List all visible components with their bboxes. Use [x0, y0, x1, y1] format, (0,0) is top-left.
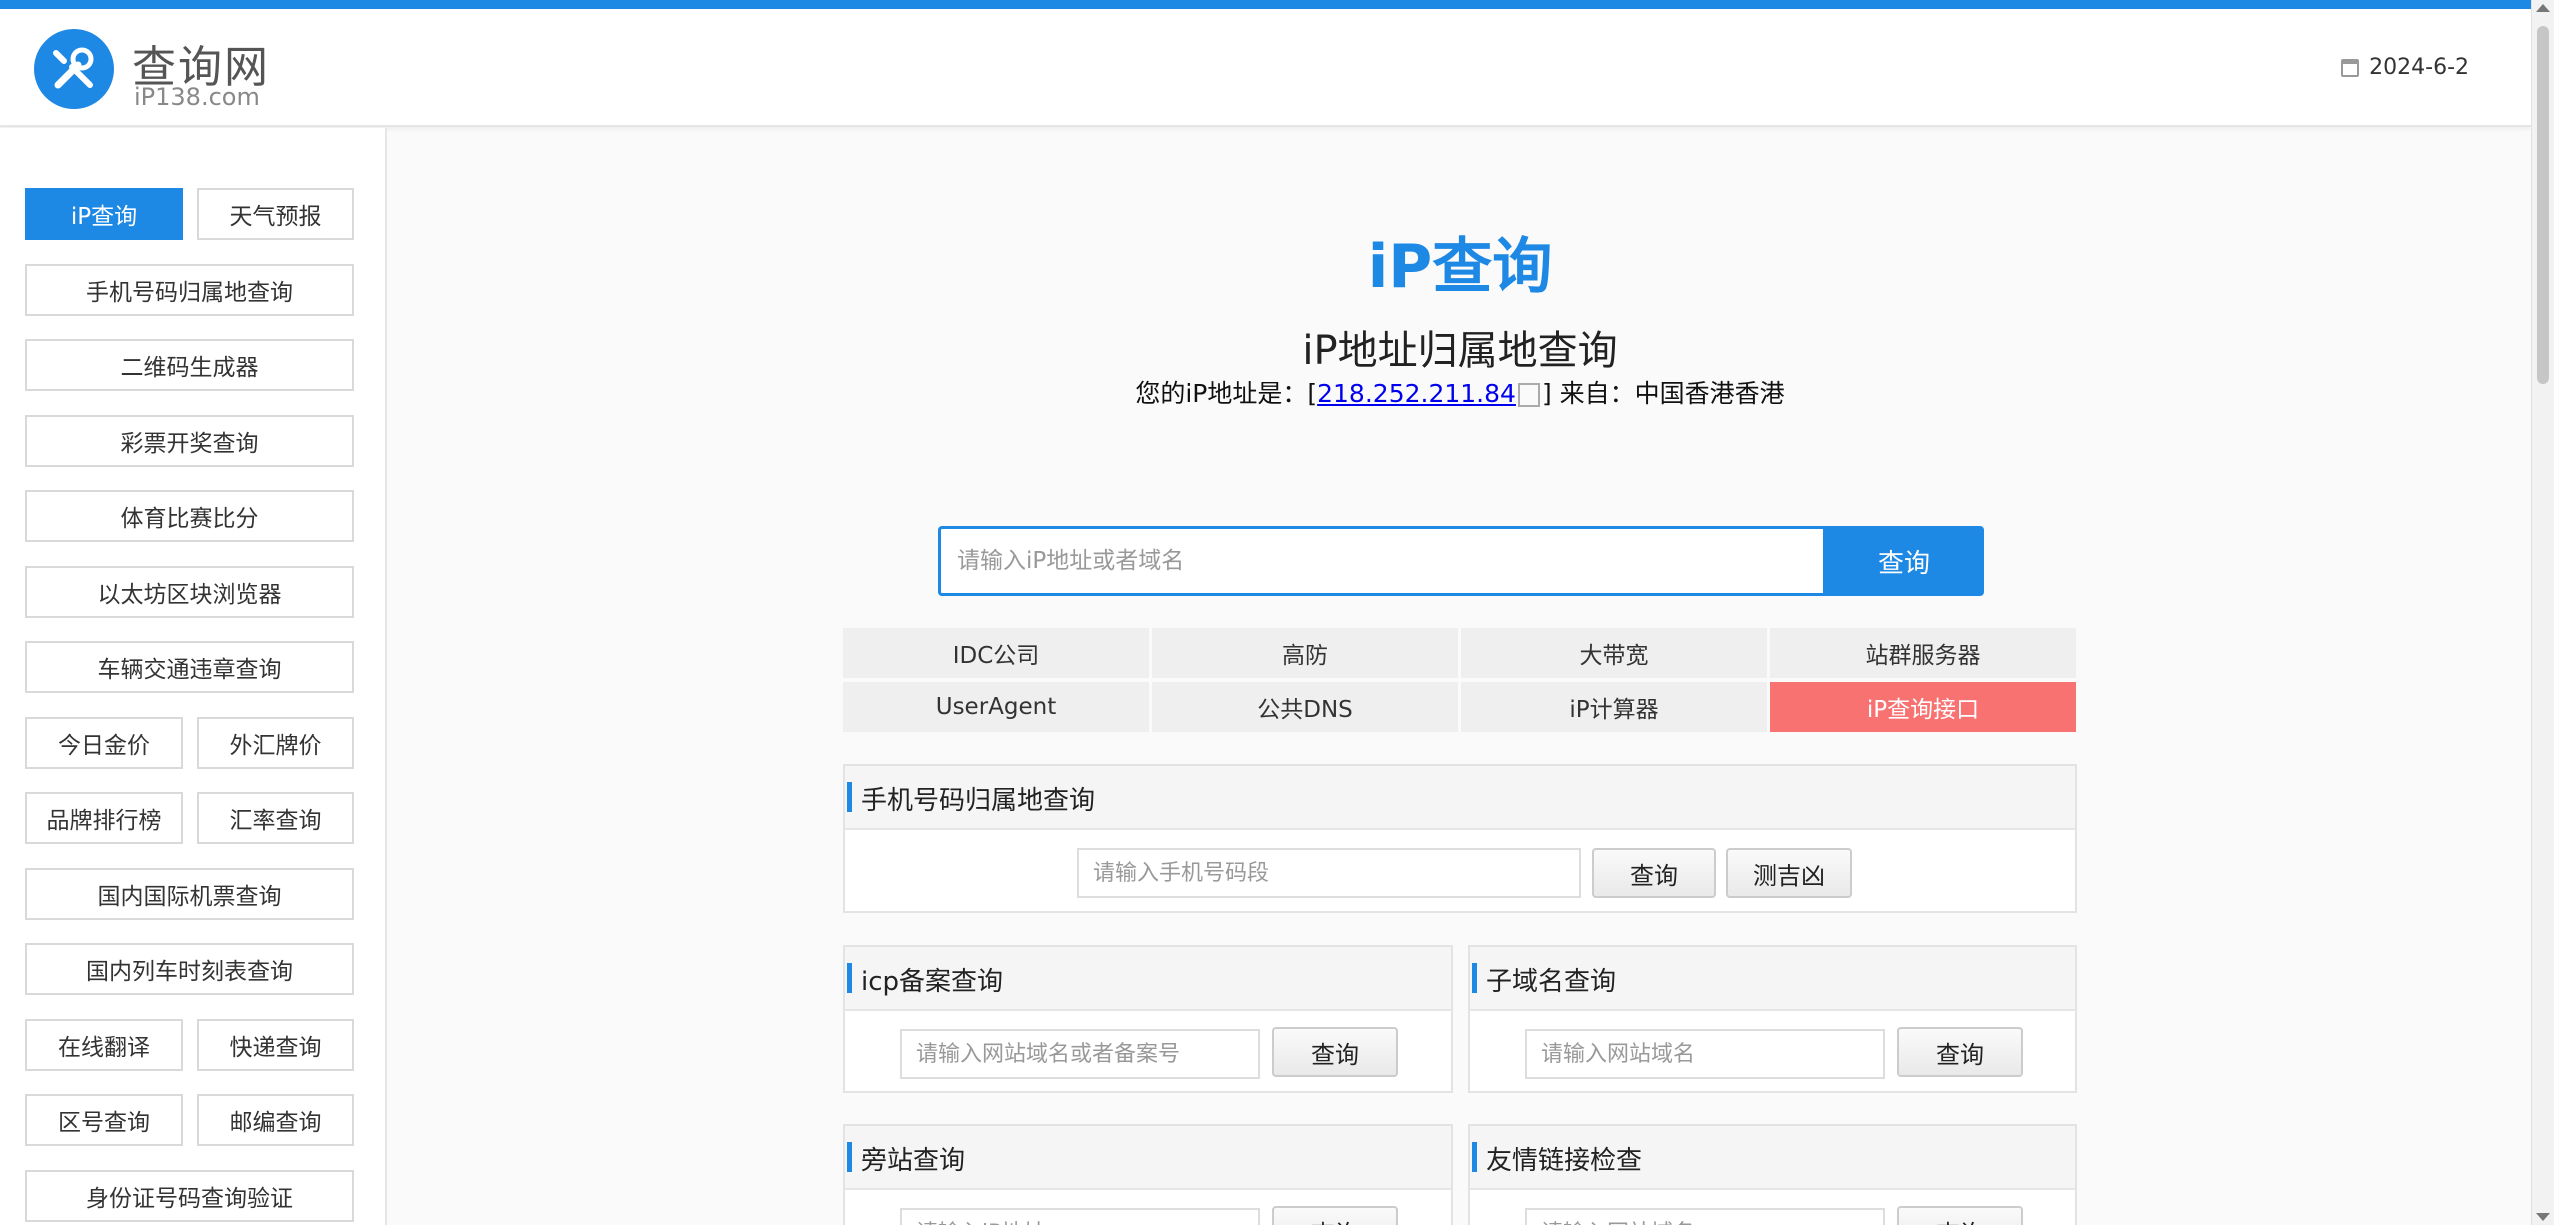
sidebar-item-traffic-violation[interactable]: 车辆交通违章查询 — [25, 641, 354, 693]
sidebar-nav: iP查询 天气预报 手机号码归属地查询 二维码生成器 彩票开奖查询 体育比赛比分… — [0, 128, 387, 1225]
page-scrollbar[interactable] — [2531, 0, 2554, 1225]
sidebar-item-gold-price[interactable]: 今日金价 — [25, 717, 183, 769]
panel-title: 友情链接检查 — [1486, 1146, 1643, 1176]
logo-tools-icon[interactable] — [34, 29, 114, 109]
sidesite-input[interactable] — [900, 1208, 1260, 1225]
ip-search-input[interactable] — [938, 526, 1826, 596]
sidebar-item-ethereum[interactable]: 以太坊区块浏览器 — [25, 566, 354, 618]
subdomain-input[interactable] — [1525, 1029, 1885, 1079]
panel-accent-bar — [847, 1142, 852, 1172]
top-accent-bar — [0, 0, 2531, 9]
icp-lookup-panel: icp备案查询 查询 — [843, 945, 1453, 1093]
sidebar-item-ip-query[interactable]: iP查询 — [25, 188, 183, 240]
panel-header: 友情链接检查 — [1470, 1126, 2075, 1190]
friendlink-query-button[interactable]: 查询 — [1897, 1206, 2023, 1225]
sidebar-item-id-card[interactable]: 身份证号码查询验证 — [25, 1170, 354, 1222]
sidebar-item-lottery[interactable]: 彩票开奖查询 — [25, 415, 354, 467]
date-text: 2024-6-2 — [2369, 55, 2469, 80]
ip-prefix-text: 您的iP地址是：[ — [1135, 379, 1318, 408]
ip-location-text: ] 来自：中国香港香港 — [1541, 379, 1785, 408]
sidebar-item-exchange-rate[interactable]: 汇率查询 — [197, 792, 354, 844]
sidebar-item-qrcode[interactable]: 二维码生成器 — [25, 339, 354, 391]
sidebar-item-sports-scores[interactable]: 体育比赛比分 — [25, 490, 354, 542]
subdomain-query-button[interactable]: 查询 — [1897, 1027, 2023, 1077]
scroll-up-arrow-icon[interactable] — [2536, 4, 2550, 12]
calendar-icon — [2341, 58, 2360, 77]
sidebar-item-forex[interactable]: 外汇牌价 — [197, 717, 354, 769]
sidesite-query-button[interactable]: 查询 — [1272, 1206, 1398, 1225]
quick-link-site-servers[interactable]: 站群服务器 — [1770, 628, 2076, 678]
quick-links-grid: IDC公司 高防 大带宽 站群服务器 UserAgent 公共DNS iP计算器… — [843, 628, 2077, 732]
panel-title: 旁站查询 — [861, 1146, 966, 1176]
logo-subtitle[interactable]: iP138.com — [134, 83, 260, 111]
panel-header: 旁站查询 — [845, 1126, 1451, 1190]
ip-address-link[interactable]: 218.252.211.84 — [1317, 379, 1516, 408]
sidebar-item-express[interactable]: 快递查询 — [197, 1019, 354, 1071]
ip-search-form: 查询 — [938, 526, 1984, 596]
sidebar-item-weather[interactable]: 天气预报 — [197, 188, 354, 240]
panel-title: 手机号码归属地查询 — [861, 786, 1096, 816]
quick-link-ip-api[interactable]: iP查询接口 — [1770, 682, 2076, 732]
sidebar-item-flights[interactable]: 国内国际机票查询 — [25, 868, 354, 920]
panel-title: 子域名查询 — [1486, 967, 1617, 997]
icp-input[interactable] — [900, 1029, 1260, 1079]
sidebar-item-phone-location[interactable]: 手机号码归属地查询 — [25, 264, 354, 316]
quick-link-public-dns[interactable]: 公共DNS — [1152, 682, 1458, 732]
scroll-thumb[interactable] — [2537, 26, 2549, 384]
phone-number-input[interactable] — [1077, 848, 1581, 898]
sidebar-item-translate[interactable]: 在线翻译 — [25, 1019, 183, 1071]
sidebar-item-area-code[interactable]: 区号查询 — [25, 1094, 183, 1146]
quick-link-idc[interactable]: IDC公司 — [843, 628, 1149, 678]
date-display: 2024-6-2 — [2341, 55, 2469, 80]
sidebar-item-postcode[interactable]: 邮编查询 — [197, 1094, 354, 1146]
subdomain-lookup-panel: 子域名查询 查询 — [1468, 945, 2077, 1093]
phone-fortune-button[interactable]: 测吉凶 — [1726, 848, 1852, 898]
panel-accent-bar — [847, 782, 852, 812]
sidebar-item-brand-ranking[interactable]: 品牌排行榜 — [25, 792, 183, 844]
page-title: iP查询 — [1367, 232, 1553, 302]
quick-link-ip-calculator[interactable]: iP计算器 — [1461, 682, 1767, 732]
icp-query-button[interactable]: 查询 — [1272, 1027, 1398, 1077]
quick-link-high-defense[interactable]: 高防 — [1152, 628, 1458, 678]
scroll-down-arrow-icon[interactable] — [2536, 1213, 2550, 1221]
broken-image-icon — [1517, 383, 1540, 407]
site-header: 查询网 iP138.com 2024-6-2 — [0, 9, 2531, 127]
panel-accent-bar — [1472, 963, 1477, 993]
quick-link-useragent[interactable]: UserAgent — [843, 682, 1149, 732]
panel-header: icp备案查询 — [845, 947, 1451, 1011]
sidesite-lookup-panel: 旁站查询 查询 — [843, 1124, 1453, 1225]
panel-header: 手机号码归属地查询 — [845, 766, 2075, 830]
phone-lookup-panel: 手机号码归属地查询 查询 测吉凶 — [843, 764, 2077, 913]
panel-accent-bar — [1472, 1142, 1477, 1172]
friendlink-check-panel: 友情链接检查 查询 — [1468, 1124, 2077, 1225]
current-ip-info: 您的iP地址是：[218.252.211.84 ] 来自：中国香港香港 — [1060, 374, 1860, 410]
phone-query-button[interactable]: 查询 — [1592, 848, 1716, 898]
quick-link-bandwidth[interactable]: 大带宽 — [1461, 628, 1767, 678]
panel-title: icp备案查询 — [861, 967, 1004, 997]
panel-header: 子域名查询 — [1470, 947, 2075, 1011]
friendlink-input[interactable] — [1525, 1208, 1885, 1225]
ip-search-button[interactable]: 查询 — [1824, 526, 1984, 596]
page-subtitle: iP地址归属地查询 — [1302, 328, 1618, 374]
panel-accent-bar — [847, 963, 852, 993]
sidebar-item-train-timetable[interactable]: 国内列车时刻表查询 — [25, 943, 354, 995]
